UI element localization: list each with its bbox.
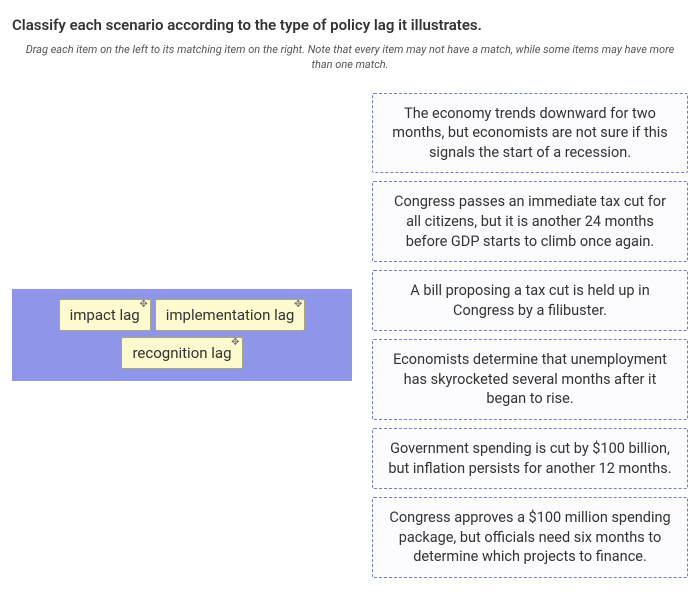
drag-chip-impact-lag[interactable]: impact lag ✥ [59, 299, 151, 331]
drop-target-text: Government spending is cut by $100 billi… [387, 439, 673, 478]
drag-chip-label: recognition lag [132, 344, 231, 362]
drop-target[interactable]: Government spending is cut by $100 billi… [372, 428, 688, 489]
left-column: impact lag ✥ implementation lag ✥ recogn… [12, 289, 352, 381]
match-area: impact lag ✥ implementation lag ✥ recogn… [12, 93, 688, 578]
drop-target-text: The economy trends downward for two mont… [387, 104, 673, 163]
drop-target-text: Economists determine that unemployment h… [387, 350, 673, 409]
drop-target-text: Congress passes an immediate tax cut for… [387, 192, 673, 251]
right-column: The economy trends downward for two mont… [372, 93, 688, 578]
move-icon: ✥ [231, 338, 239, 348]
drag-chip-recognition-lag[interactable]: recognition lag ✥ [121, 337, 242, 369]
drop-target[interactable]: Economists determine that unemployment h… [372, 339, 688, 420]
drag-source-panel: impact lag ✥ implementation lag ✥ recogn… [12, 289, 352, 381]
question-title: Classify each scenario according to the … [12, 16, 688, 34]
move-icon: ✥ [139, 300, 147, 310]
move-icon: ✥ [294, 300, 302, 310]
drop-target[interactable]: The economy trends downward for two mont… [372, 93, 688, 174]
drag-chip-label: implementation lag [166, 306, 295, 324]
drop-target[interactable]: Congress passes an immediate tax cut for… [372, 181, 688, 262]
drop-target-text: Congress approves a $100 million spendin… [387, 508, 673, 567]
drop-target[interactable]: Congress approves a $100 million spendin… [372, 497, 688, 578]
question-instructions: Drag each item on the left to its matchi… [20, 42, 680, 73]
drag-chip-label: impact lag [70, 306, 140, 324]
drop-target[interactable]: A bill proposing a tax cut is held up in… [372, 270, 688, 331]
drop-target-text: A bill proposing a tax cut is held up in… [387, 281, 673, 320]
drag-chip-implementation-lag[interactable]: implementation lag ✥ [155, 299, 306, 331]
